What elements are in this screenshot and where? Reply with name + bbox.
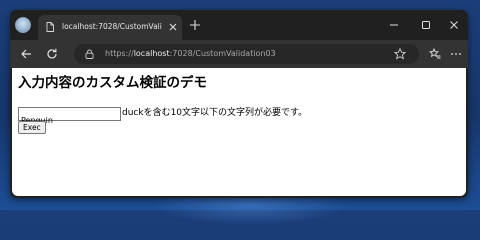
browser-window: localhost:7028/CustomValidation03 — [10, 10, 468, 198]
star-icon[interactable] — [394, 48, 406, 60]
page-content: 入力内容のカスタム検証のデモ duckを含む10文字以下の文字列が必要です。 E… — [12, 68, 466, 196]
close-window-icon[interactable] — [448, 19, 460, 31]
browser-toolbar: https://localhost:7028/CustomValidation0… — [10, 40, 468, 68]
more-icon[interactable] — [450, 48, 462, 60]
validation-hint: duckを含む10文字以下の文字列が必要です。 — [122, 108, 308, 118]
tab-title: localhost:7028/CustomValidation03 — [62, 22, 162, 31]
back-arrow-icon[interactable] — [20, 48, 32, 60]
browser-tab[interactable]: localhost:7028/CustomValidation03 — [38, 15, 182, 40]
url-host: localhost — [133, 49, 170, 58]
page-icon — [46, 22, 54, 32]
favorites-icon[interactable] — [429, 48, 441, 60]
maximize-icon[interactable] — [420, 19, 432, 31]
url-scheme: https:// — [105, 49, 134, 58]
page-heading: 入力内容のカスタム検証のデモ — [18, 75, 207, 91]
url-text[interactable]: https://localhost:7028/CustomValidation0… — [105, 47, 276, 61]
lock-icon[interactable] — [85, 49, 94, 59]
new-tab-plus-icon[interactable] — [190, 20, 200, 30]
profile-avatar-icon[interactable] — [15, 17, 31, 33]
tab-close-icon[interactable] — [168, 22, 178, 32]
text-input-box — [18, 107, 121, 127]
url-path: :7028/CustomValidation03 — [169, 49, 276, 58]
minimize-icon[interactable] — [388, 19, 400, 31]
refresh-icon[interactable] — [46, 48, 58, 60]
exec-button[interactable]: Exec — [18, 121, 46, 134]
tab-strip: localhost:7028/CustomValidation03 — [10, 10, 468, 40]
address-bar[interactable]: https://localhost:7028/CustomValidation0… — [74, 44, 419, 64]
